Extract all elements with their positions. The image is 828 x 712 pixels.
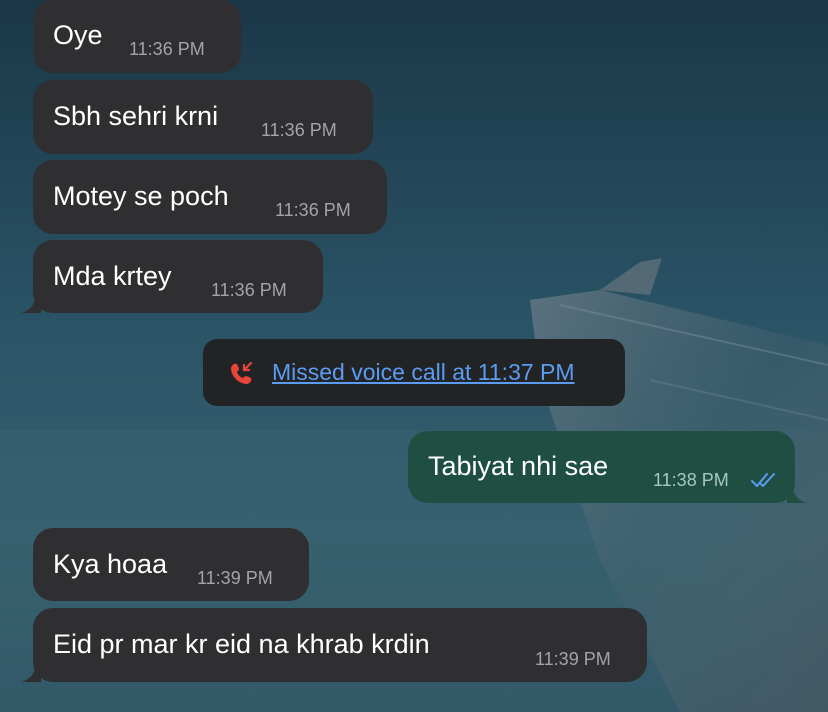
double-check-icon (751, 473, 775, 487)
chat-thread: Oye 11:36 PM Sbh sehri krni 11:36 PM Mot… (0, 0, 828, 712)
bubble-tail (21, 666, 41, 682)
message-timestamp: 11:38 PM (653, 470, 729, 490)
message-timestamp: 11:39 PM (197, 568, 273, 588)
incoming-message-bubble[interactable]: Motey se poch 11:36 PM (33, 160, 387, 234)
incoming-message-bubble[interactable]: Sbh sehri krni 11:36 PM (33, 80, 373, 154)
message-timestamp: 11:36 PM (211, 280, 287, 300)
message-text: Sbh sehri krni (53, 101, 219, 131)
message-text: Mda krtey (53, 261, 172, 291)
bubble-tail (787, 487, 807, 503)
message-timestamp: 11:36 PM (275, 200, 351, 220)
message-text: Motey se poch (53, 181, 229, 211)
incoming-message-bubble[interactable]: Mda krtey 11:36 PM (33, 240, 323, 313)
missed-call-link[interactable]: Missed voice call at 11:37 PM (272, 359, 575, 386)
bubble-tail (21, 297, 41, 313)
outgoing-message-bubble[interactable]: Tabiyat nhi sae 11:38 PM (408, 431, 795, 503)
message-text: Oye (53, 20, 103, 50)
message-text: Kya hoaa (53, 549, 168, 579)
incoming-message-bubble[interactable]: Kya hoaa 11:39 PM (33, 528, 309, 601)
message-text: Tabiyat nhi sae (428, 451, 609, 481)
missed-call-notice[interactable]: Missed voice call at 11:37 PM (203, 339, 625, 406)
message-text: Eid pr mar kr eid na khrab krdin (53, 629, 430, 659)
message-timestamp: 11:39 PM (535, 649, 611, 669)
missed-call-icon (231, 361, 253, 384)
incoming-message-bubble[interactable]: Oye 11:36 PM (33, 0, 241, 73)
message-timestamp: 11:36 PM (129, 39, 205, 59)
message-timestamp: 11:36 PM (261, 120, 337, 140)
incoming-message-bubble[interactable]: Eid pr mar kr eid na khrab krdin 11:39 P… (33, 608, 647, 682)
